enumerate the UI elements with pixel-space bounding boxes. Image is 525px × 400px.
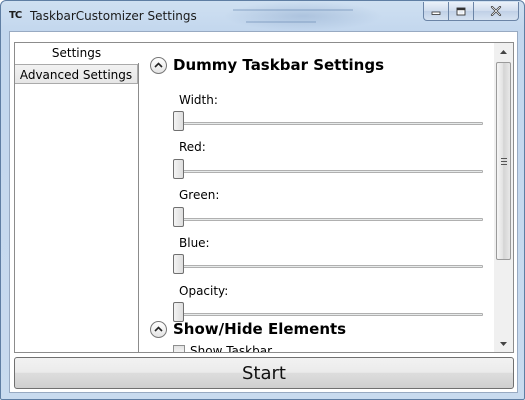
green-label: Green: [179,188,220,202]
vertical-scrollbar[interactable] [494,43,513,352]
red-slider[interactable] [173,159,483,181]
minimize-button[interactable] [423,2,449,21]
green-slider[interactable] [173,207,483,229]
opacity-label: Opacity: [179,284,229,298]
settings-content: Dummy Taskbar Settings Width: Red: Green… [139,43,494,352]
chevron-up-icon [154,326,163,332]
red-label: Red: [179,140,206,154]
width-label: Width: [179,93,218,107]
blue-slider[interactable] [173,254,483,276]
scroll-up-button[interactable] [494,43,513,60]
scroll-down-button[interactable] [494,335,513,352]
maximize-icon [456,7,466,15]
window-title: TaskbarCustomizer Settings [30,9,197,23]
width-slider[interactable] [173,111,483,133]
slider-track [173,122,483,125]
app-icon: TC [9,10,22,21]
window: TC TaskbarCustomizer Settings Settings A… [0,0,525,400]
background-blur-line [246,21,316,23]
grip-icon [501,158,507,165]
section-show-hide-header[interactable]: Show/Hide Elements [150,318,346,340]
tab-control: Settings Advanced Settings Dummy Taskbar… [14,42,514,353]
slider-thumb[interactable] [173,254,184,274]
show-taskbar-checkbox[interactable] [173,345,185,352]
collapse-dummy-taskbar-button[interactable] [150,56,167,74]
blue-label: Blue: [179,236,210,250]
close-icon [490,6,502,16]
collapse-show-hide-button[interactable] [150,320,167,338]
scroll-down-arrow-icon [500,341,507,346]
chevron-up-icon [154,62,163,68]
checkbox-label: Show Taskbar [190,344,272,352]
background-blur [223,1,383,31]
client-area: Settings Advanced Settings Dummy Taskbar… [9,31,518,393]
minimize-icon [431,11,441,15]
scroll-up-arrow-icon [500,49,507,54]
slider-track [173,313,483,316]
slider-track [173,218,483,221]
tab-settings[interactable]: Settings [15,43,138,64]
tab-strip: Settings Advanced Settings [15,43,138,352]
show-taskbar-checkbox-row[interactable]: Show Taskbar [173,344,272,352]
slider-track [173,265,483,268]
tab-advanced-settings[interactable]: Advanced Settings [15,64,138,84]
slider-thumb[interactable] [173,207,184,227]
slider-thumb[interactable] [173,111,184,131]
section-title: Show/Hide Elements [173,320,347,338]
slider-track [173,170,483,173]
scrollbar-thumb[interactable] [496,62,511,260]
section-dummy-taskbar-header[interactable]: Dummy Taskbar Settings [150,54,384,76]
maximize-button[interactable] [449,2,474,21]
slider-thumb[interactable] [173,159,184,179]
caption-buttons [423,2,519,21]
start-button[interactable]: Start [14,357,514,389]
background-blur-line [233,9,353,11]
close-button[interactable] [474,2,519,21]
section-title: Dummy Taskbar Settings [173,56,384,74]
